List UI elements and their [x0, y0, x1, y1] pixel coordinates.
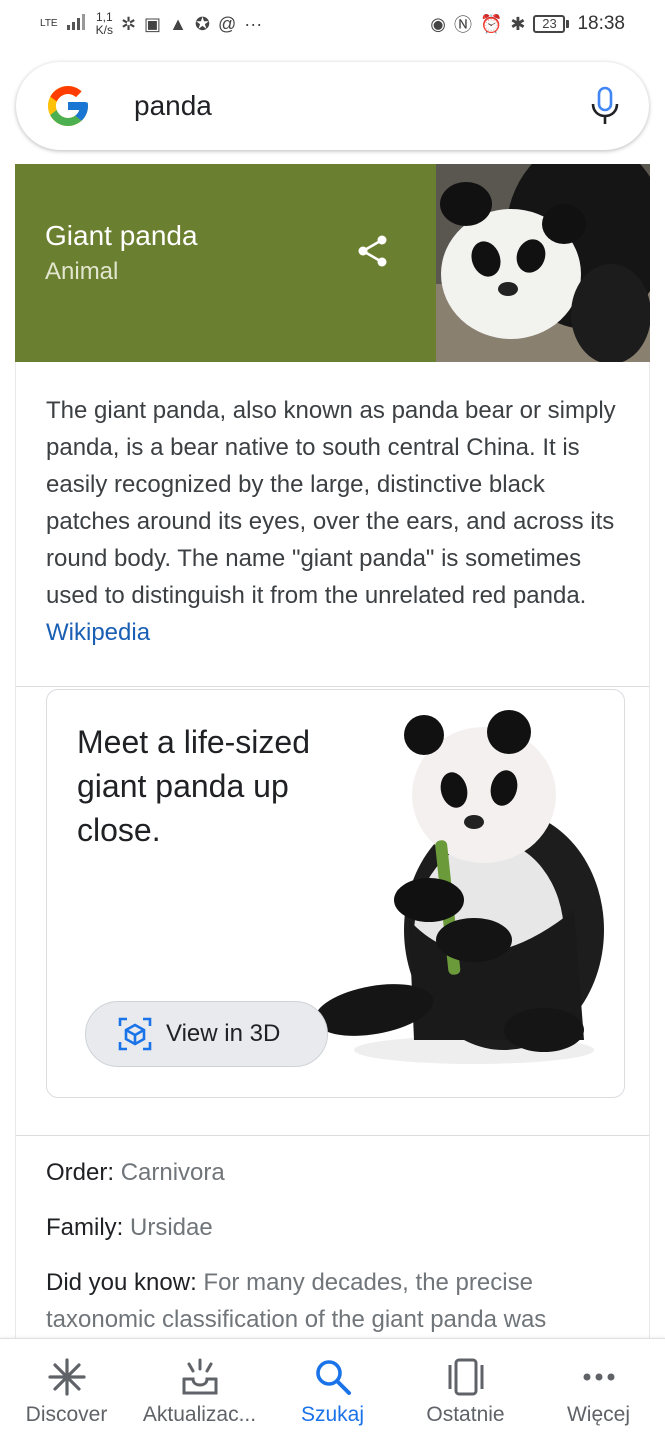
network-speed: 1,1 K/s: [96, 11, 113, 37]
fact-label: Family:: [46, 1214, 124, 1241]
more-dots-icon: [583, 1373, 614, 1381]
divider: [16, 686, 649, 687]
fact-family: Family: Ursidae: [46, 1209, 626, 1246]
microphone-icon[interactable]: [589, 86, 621, 126]
nav-search[interactable]: Szukaj: [270, 1357, 396, 1427]
nav-label: Discover: [25, 1403, 108, 1426]
description-text: The giant panda, also known as panda bea…: [46, 397, 616, 609]
network-type: LTE: [40, 18, 58, 29]
nav-recent[interactable]: Ostatnie: [403, 1357, 529, 1427]
bottom-navigation: Discover Aktualizac... Szukaj Ostatnie W…: [0, 1338, 665, 1440]
ar-card-text: Meet a life-sized giant panda up close.: [77, 724, 310, 848]
fact-label: Did you know:: [46, 1269, 197, 1296]
entity-description: The giant panda, also known as panda bea…: [16, 362, 649, 651]
fact-label: Order:: [46, 1159, 115, 1186]
slack-icon: ✲: [120, 13, 137, 34]
navigation-icon: ▲: [169, 13, 187, 34]
search-input[interactable]: panda: [134, 90, 589, 122]
view-in-3d-button[interactable]: View in 3D: [85, 1001, 328, 1067]
divider: [16, 1135, 649, 1136]
panda-photo[interactable]: [436, 164, 650, 362]
panda-3d-image: [314, 710, 604, 1064]
ar-3d-card[interactable]: Meet a life-sized giant panda up close.: [46, 689, 625, 1098]
battery-icon: 23: [533, 15, 570, 33]
bluetooth-icon: ✱: [510, 13, 526, 34]
search-bar[interactable]: panda: [16, 62, 649, 150]
gallery-icon: ▣: [144, 13, 162, 34]
knowledge-panel-title-block: Giant panda Animal: [15, 164, 436, 362]
knowledge-panel-card: The giant panda, also known as panda bea…: [15, 362, 650, 1342]
asterisk-icon: [47, 1358, 86, 1396]
nav-label: Więcej: [566, 1403, 630, 1426]
fact-did-you-know: Did you know: For many decades, the prec…: [46, 1264, 626, 1338]
nav-label: Ostatnie: [426, 1403, 505, 1426]
sync-icon: ✪: [194, 13, 210, 34]
nav-discover[interactable]: Discover: [4, 1357, 130, 1427]
at-icon: @: [217, 13, 237, 34]
clock: 18:38: [577, 13, 625, 34]
more-notifications-icon: ···: [244, 13, 263, 34]
knowledge-panel-header: Giant panda Animal: [15, 164, 650, 362]
nfc-icon: Ⓝ: [453, 15, 472, 35]
view-in-3d-label: View in 3D: [166, 1020, 281, 1047]
nav-more[interactable]: Więcej: [536, 1357, 662, 1427]
eye-icon: ◉: [430, 13, 446, 34]
facts-list: Order: Carnivora Family: Ursidae Did you…: [46, 1154, 626, 1356]
network-speed-unit: K/s: [95, 23, 113, 37]
nav-updates[interactable]: Aktualizac...: [137, 1357, 263, 1427]
fact-value[interactable]: Ursidae: [130, 1214, 213, 1241]
signal-icon: [66, 13, 88, 36]
share-icon[interactable]: [356, 234, 390, 268]
recent-tabs-icon: [448, 1358, 483, 1396]
alarm-icon: ⏰: [479, 13, 503, 34]
cube-3d-icon: [118, 1017, 152, 1051]
fact-value[interactable]: Carnivora: [121, 1159, 225, 1186]
nav-label: Szukaj: [300, 1403, 365, 1426]
status-bar: LTE 1,1 K/s ✲ ▣ ▲ ✪ @ ··· ◉ Ⓝ ⏰ ✱ 23 18:…: [0, 0, 665, 48]
nav-label: Aktualizac...: [142, 1403, 257, 1426]
battery-level: 23: [533, 15, 566, 33]
network-speed-value: 1,1: [95, 10, 113, 24]
fact-order: Order: Carnivora: [46, 1154, 626, 1191]
google-g-logo: [48, 86, 88, 126]
inbox-sparkle-icon: [182, 1358, 217, 1395]
search-icon: [315, 1360, 351, 1395]
wikipedia-link[interactable]: Wikipedia: [46, 619, 150, 646]
